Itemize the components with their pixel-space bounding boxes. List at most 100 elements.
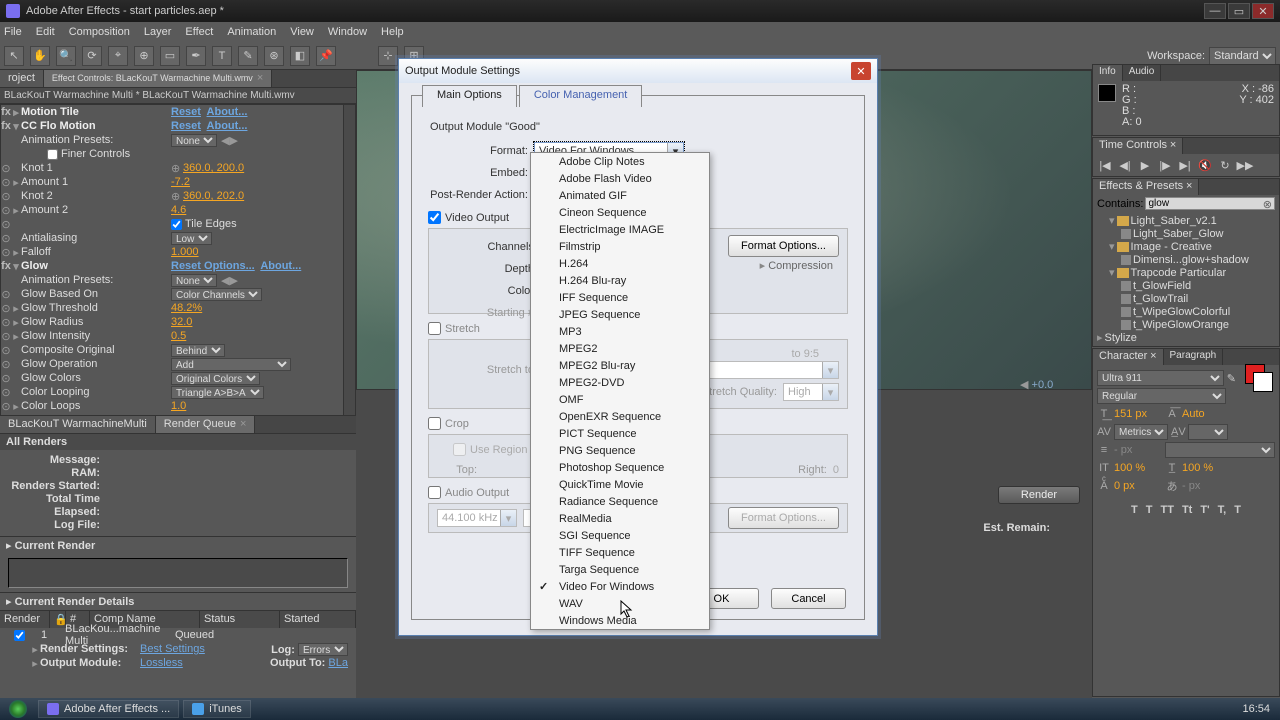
format-option[interactable]: TIFF Sequence — [531, 544, 709, 561]
taskbar-item[interactable]: Adobe After Effects ... — [38, 700, 179, 718]
audio-output-checkbox[interactable] — [428, 486, 441, 499]
menu-help[interactable]: Help — [381, 26, 404, 38]
menu-animation[interactable]: Animation — [227, 26, 276, 38]
format-option[interactable]: Adobe Flash Video — [531, 170, 709, 187]
tree-folder[interactable]: ▾Image - Creative — [1097, 240, 1275, 253]
tree-item[interactable]: Dimensi...glow+shadow — [1097, 253, 1275, 266]
knot1-value[interactable]: 360.0, 200.0 — [183, 162, 244, 174]
format-dropdown-list[interactable]: Adobe Clip NotesAdobe Flash VideoAnimate… — [530, 152, 710, 630]
eyedropper-icon[interactable]: ✎ — [1227, 372, 1236, 385]
tree-folder[interactable]: ▾Trapcode Particular — [1097, 266, 1275, 279]
composite-original-select[interactable]: Behind — [171, 344, 225, 357]
first-frame-icon[interactable]: |◀ — [1097, 158, 1113, 172]
taskbar-item[interactable]: iTunes — [183, 700, 251, 718]
tree-item[interactable]: t_GlowField — [1097, 279, 1275, 292]
format-option[interactable]: RealMedia — [531, 510, 709, 527]
menu-view[interactable]: View — [290, 26, 314, 38]
comp-tab[interactable]: BLacKouT WarmachineMulti — [0, 416, 156, 433]
color-management-tab[interactable]: Color Management — [519, 85, 643, 107]
text-style-button[interactable]: T — [1234, 504, 1241, 516]
tree-item[interactable]: t_GlowTrail — [1097, 292, 1275, 305]
format-option[interactable]: OpenEXR Sequence — [531, 408, 709, 425]
amount2-value[interactable]: 4.6 — [171, 204, 186, 216]
hand-tool-icon[interactable]: ✋ — [30, 46, 50, 66]
glow-based-select[interactable]: Color Channels — [171, 288, 262, 301]
amount1-value[interactable]: -7.2 — [171, 176, 190, 188]
ram-preview-icon[interactable]: ▶▶ — [1237, 158, 1253, 172]
close-button[interactable]: ✕ — [1252, 3, 1274, 19]
clear-icon[interactable]: ⊗ — [1263, 198, 1272, 211]
reset-link[interactable]: Reset — [171, 120, 201, 132]
cancel-button[interactable]: Cancel — [771, 588, 846, 609]
effect-glow[interactable]: Glow — [21, 260, 171, 272]
format-option[interactable]: MPEG2-DVD — [531, 374, 709, 391]
render-item-row[interactable]: 1 BLacKou...machine Multi Queued — [0, 628, 356, 642]
text-style-button[interactable]: T — [1131, 504, 1138, 516]
font-style-select[interactable]: Regular — [1097, 388, 1226, 404]
menu-file[interactable]: File — [4, 26, 22, 38]
about-link[interactable]: About... — [207, 120, 248, 132]
format-option[interactable]: OMF — [531, 391, 709, 408]
leading-value[interactable]: Auto — [1182, 408, 1205, 420]
prev-frame-icon[interactable]: ◀| — [1117, 158, 1133, 172]
workspace-select[interactable]: Standard — [1209, 47, 1276, 65]
minimize-button[interactable]: — — [1204, 3, 1226, 19]
log-select[interactable]: Errors — [298, 643, 348, 656]
crop-checkbox[interactable] — [428, 417, 441, 430]
close-icon[interactable]: × — [240, 418, 246, 430]
stretch-checkbox[interactable] — [428, 322, 441, 335]
tree-item[interactable]: t_WipeGlowColorful — [1097, 305, 1275, 318]
color-looping-select[interactable]: Triangle A>B>A — [171, 386, 264, 399]
next-frame-icon[interactable]: |▶ — [1157, 158, 1173, 172]
effects-tree[interactable]: ▾Light_Saber_v2.1Light_Saber_Glow▾Image … — [1093, 212, 1279, 346]
glow-intensity-value[interactable]: 0.5 — [171, 330, 186, 342]
taskbar[interactable]: Adobe After Effects ...iTunes 16:54 — [0, 698, 1280, 720]
project-tab[interactable]: roject — [0, 70, 44, 87]
effects-search-input[interactable] — [1145, 197, 1275, 210]
hscale-value[interactable]: 100 % — [1182, 462, 1213, 474]
info-tab[interactable]: Info — [1093, 65, 1123, 81]
paragraph-tab[interactable]: Paragraph — [1164, 349, 1224, 365]
format-option[interactable]: IFF Sequence — [531, 289, 709, 306]
taskbar-clock[interactable]: 16:54 — [1232, 703, 1280, 715]
render-settings-link[interactable]: Best Settings — [140, 643, 205, 655]
axis-tool-icon[interactable]: ⊹ — [378, 46, 398, 66]
output-module-link[interactable]: Lossless — [140, 657, 183, 669]
finer-controls-checkbox[interactable] — [47, 149, 58, 160]
close-icon[interactable]: × — [257, 72, 263, 84]
start-button[interactable] — [0, 698, 36, 720]
text-style-button[interactable]: Tt — [1182, 504, 1192, 516]
time-controls-tab[interactable]: Time Controls × — [1093, 138, 1183, 154]
kerning-select[interactable]: Metrics — [1114, 424, 1168, 440]
effect-controls-tab[interactable]: Effect Controls: BLacKouT Warmachine Mul… — [44, 70, 272, 87]
text-tool-icon[interactable]: T — [212, 46, 232, 66]
brush-tool-icon[interactable]: ✎ — [238, 46, 258, 66]
color-swatches[interactable] — [1239, 364, 1275, 392]
close-icon[interactable]: × — [1170, 139, 1176, 151]
format-option[interactable]: Radiance Sequence — [531, 493, 709, 510]
text-style-button[interactable]: T, — [1218, 504, 1227, 516]
glow-threshold-value[interactable]: 48.2% — [171, 302, 202, 314]
tree-item[interactable]: t_WipeGlowOrange — [1097, 318, 1275, 331]
loop-icon[interactable]: ↻ — [1217, 158, 1233, 172]
format-option[interactable]: MPEG2 — [531, 340, 709, 357]
menu-edit[interactable]: Edit — [36, 26, 55, 38]
about-link[interactable]: About... — [260, 260, 301, 272]
format-option[interactable]: Cineon Sequence — [531, 204, 709, 221]
format-option[interactable]: Targa Sequence — [531, 561, 709, 578]
anim-presets-select[interactable]: None — [171, 134, 217, 147]
maximize-button[interactable]: ▭ — [1228, 3, 1250, 19]
render-queue-tab[interactable]: Render Queue× — [156, 416, 256, 433]
font-select[interactable]: Ultra 911 — [1097, 370, 1224, 386]
glow-radius-value[interactable]: 32.0 — [171, 316, 192, 328]
audio-tab[interactable]: Audio — [1123, 65, 1162, 81]
baseline-value[interactable]: 0 px — [1114, 480, 1162, 492]
tree-item[interactable]: ▸Stylize — [1097, 331, 1275, 344]
camera-tool-icon[interactable]: ⌖ — [108, 46, 128, 66]
close-icon[interactable]: × — [1186, 180, 1192, 192]
reset-link[interactable]: Reset — [171, 106, 201, 118]
format-option[interactable]: SGI Sequence — [531, 527, 709, 544]
tracking-select[interactable] — [1188, 424, 1228, 440]
clone-tool-icon[interactable]: ⊛ — [264, 46, 284, 66]
format-option[interactable]: H.264 Blu-ray — [531, 272, 709, 289]
